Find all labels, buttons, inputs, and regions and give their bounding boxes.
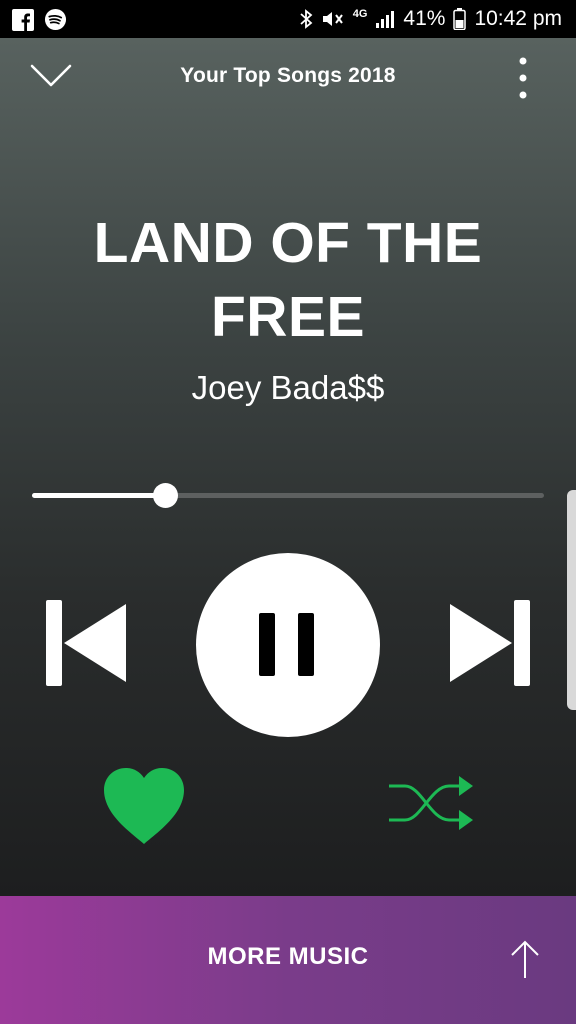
more-vertical-icon[interactable] bbox=[510, 56, 536, 100]
progress-fill bbox=[32, 493, 166, 498]
previous-track-icon[interactable] bbox=[46, 600, 128, 686]
battery-percent: 41% bbox=[403, 7, 446, 30]
next-track-icon[interactable] bbox=[448, 600, 530, 686]
now-playing-screen: Your Top Songs 2018 LAND OF THE FREE Joe… bbox=[0, 38, 576, 896]
status-bar: 4G 41% 10:42 pm bbox=[0, 0, 576, 38]
scroll-handle[interactable] bbox=[567, 490, 576, 710]
more-music-banner[interactable]: MORE MUSIC bbox=[0, 896, 576, 1024]
pause-icon bbox=[259, 613, 275, 676]
pause-button[interactable] bbox=[196, 553, 380, 737]
bluetooth-icon bbox=[300, 9, 313, 29]
heart-icon[interactable] bbox=[100, 766, 188, 846]
track-title: LAND OF THE FREE bbox=[93, 211, 483, 349]
progress-bar[interactable] bbox=[32, 483, 544, 508]
shuffle-icon[interactable] bbox=[387, 766, 477, 840]
player-header: Your Top Songs 2018 bbox=[0, 38, 576, 118]
more-music-label[interactable]: MORE MUSIC bbox=[0, 943, 576, 971]
clock: 10:42 pm bbox=[474, 7, 562, 30]
network-type: 4G bbox=[352, 8, 368, 20]
artist-name[interactable]: Joey Bada$$ bbox=[0, 368, 576, 408]
arrow-up-icon[interactable] bbox=[508, 940, 542, 980]
battery-icon bbox=[453, 8, 467, 30]
mute-icon bbox=[322, 12, 343, 26]
pause-icon-bar bbox=[298, 613, 314, 676]
spotify-icon bbox=[44, 8, 67, 31]
signal-icon bbox=[376, 11, 395, 28]
playlist-title: Your Top Songs 2018 bbox=[180, 64, 396, 87]
progress-thumb[interactable] bbox=[153, 483, 179, 508]
facebook-icon bbox=[12, 8, 34, 31]
